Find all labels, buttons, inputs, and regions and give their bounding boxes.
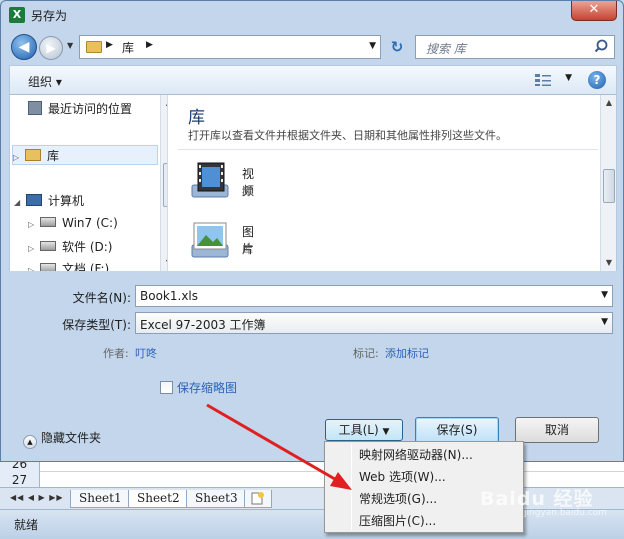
picture-library-icon: [191, 222, 229, 258]
chevron-up-icon: ▲: [23, 435, 37, 449]
expand-arrow-icon[interactable]: ▷: [28, 261, 40, 271]
search-input[interactable]: 搜索 库: [426, 40, 466, 57]
content-scrollbar[interactable]: ▲ ▼: [600, 95, 616, 271]
nav-item-drive-f[interactable]: ▷ 文档 (F:): [28, 259, 109, 271]
author-label: 作者:: [103, 347, 129, 360]
sheet-tab-2[interactable]: Sheet2: [128, 490, 189, 508]
filetype-label: 保存类型(T):: [62, 318, 131, 332]
sheet-tab-1[interactable]: Sheet1: [70, 490, 131, 508]
content-pane: 库 打开库以查看文件并根据文件夹、日期和其他属性排列这些文件。 视频 库 图片 …: [167, 95, 617, 271]
scroll-down-icon[interactable]: ▼: [601, 255, 616, 271]
save-as-dialog: X 另存为 ✕ ◀ ▶ ▼ ▶ 库 ▶ ▼ ↻ 搜索 库 组织 ▾ ▼ ? 最近…: [0, 0, 624, 462]
navigation-bar: ◀ ▶ ▼ ▶ 库 ▶ ▼ ↻ 搜索 库: [1, 31, 623, 63]
filename-label: 文件名(N):: [72, 291, 131, 305]
nav-item-label: 最近访问的位置: [48, 102, 133, 116]
address-dropdown-icon[interactable]: ▼: [369, 41, 376, 51]
nav-item-label: Win7 (C:): [62, 216, 118, 230]
tools-button-label: 工具(L): [338, 423, 379, 437]
drive-icon: [40, 263, 56, 271]
chevron-down-icon: ▼: [382, 427, 390, 437]
navigation-pane: 最近访问的位置 ▷ 库 ◢ 计算机 ▷ Win7 (C:) ▷ 软件 (D:) ▷ 文档 …: [9, 95, 167, 271]
nav-item-label: 软件 (D:): [62, 240, 113, 254]
status-text: 就绪: [14, 518, 39, 532]
baidu-watermark-url: jingyan.baidu.com: [524, 508, 608, 518]
breadcrumb-arrow-icon[interactable]: ▶: [146, 40, 153, 50]
breadcrumb-arrow-icon[interactable]: ▶: [106, 40, 113, 50]
nav-item-drive-d[interactable]: ▷ 软件 (D:): [28, 237, 112, 257]
library-item-type: 库: [242, 185, 253, 198]
sheet-nav-arrows[interactable]: ◀◀ ◀ ▶ ▶▶: [10, 493, 64, 502]
row-header[interactable]: 27: [0, 472, 40, 488]
nav-item-computer[interactable]: ◢ 计算机: [14, 191, 84, 211]
tools-button[interactable]: 工具(L) ▼: [325, 419, 403, 441]
excel-app-icon: X: [9, 7, 25, 23]
video-library-icon: [191, 162, 229, 198]
drive-icon: [40, 217, 56, 227]
filename-dropdown-icon[interactable]: ▼: [601, 290, 608, 300]
nav-item-label: 文档 (F:): [62, 262, 110, 271]
library-item-type: 库: [242, 243, 253, 256]
recent-pages-icon[interactable]: ▼: [67, 41, 73, 50]
organize-menu[interactable]: 组织 ▾: [28, 73, 62, 90]
baidu-watermark: Baidu 经验: [480, 488, 594, 510]
hide-folders-label: 隐藏文件夹: [41, 431, 102, 445]
save-button[interactable]: 保存(S): [415, 417, 499, 443]
filetype-select[interactable]: Excel 97-2003 工作簿 ▼: [135, 312, 613, 334]
search-box[interactable]: 搜索 库: [415, 35, 615, 59]
close-button[interactable]: ✕: [571, 1, 617, 21]
cancel-button[interactable]: 取消: [515, 417, 599, 443]
view-dropdown-icon[interactable]: ▼: [565, 73, 572, 83]
nav-item-recent[interactable]: 最近访问的位置: [28, 99, 132, 119]
thumbnail-label[interactable]: 保存缩略图: [177, 379, 237, 396]
forward-button[interactable]: ▶: [39, 36, 63, 60]
expand-arrow-icon[interactable]: ▷: [28, 239, 40, 259]
nav-item-library[interactable]: ▷ 库: [12, 145, 158, 165]
save-form: 文件名(N): Book1.xls ▼ 保存类型(T): Excel 97-20…: [9, 271, 617, 457]
nav-pane-scrollbar[interactable]: ▲ ▼: [160, 95, 167, 271]
sheet-tab-3[interactable]: Sheet3: [186, 490, 247, 508]
menu-item-map-network-drive[interactable]: 映射网络驱动器(N)...: [327, 444, 521, 466]
collapse-arrow-icon[interactable]: ◢: [14, 193, 26, 213]
nav-item-label: 库: [47, 149, 60, 163]
recent-places-icon: [28, 101, 42, 115]
scroll-thumb[interactable]: [603, 169, 615, 203]
scroll-up-icon[interactable]: ▲: [601, 95, 616, 111]
nav-item-label: 计算机: [48, 194, 85, 208]
help-icon[interactable]: ?: [588, 71, 606, 89]
view-options-icon[interactable]: [534, 73, 552, 87]
insert-sheet-icon[interactable]: [244, 490, 272, 508]
back-button[interactable]: ◀: [11, 34, 37, 60]
library-heading: 库: [188, 108, 205, 128]
author-value[interactable]: 叮咚: [135, 345, 157, 361]
library-description: 打开库以查看文件并根据文件夹、日期和其他属性排列这些文件。: [188, 129, 507, 142]
address-bar[interactable]: ▶ 库 ▶ ▼: [79, 35, 381, 59]
expand-arrow-icon[interactable]: ▷: [13, 148, 25, 168]
breadcrumb-library[interactable]: 库: [122, 39, 134, 56]
dialog-title-bar[interactable]: X 另存为 ✕: [1, 1, 623, 29]
command-toolbar: 组织 ▾ ▼ ?: [9, 65, 617, 95]
nav-item-drive-c[interactable]: ▷ Win7 (C:): [28, 213, 118, 233]
hide-folders-toggle[interactable]: ▲ 隐藏文件夹: [23, 429, 101, 449]
filetype-dropdown-icon[interactable]: ▼: [601, 317, 608, 327]
library-folder-icon: [86, 41, 102, 53]
tags-label: 标记:: [353, 347, 379, 360]
thumbnail-checkbox[interactable]: [160, 381, 173, 394]
library-icon: [25, 149, 41, 161]
divider: [178, 149, 598, 150]
filename-value: Book1.xls: [140, 289, 199, 303]
filetype-value: Excel 97-2003 工作簿: [140, 318, 266, 332]
drive-icon: [40, 241, 56, 251]
menu-item-compress-pictures[interactable]: 压缩图片(C)...: [327, 510, 521, 532]
refresh-icon[interactable]: ↻: [385, 35, 409, 59]
search-icon[interactable]: [594, 39, 608, 53]
tags-value[interactable]: 添加标记: [385, 345, 429, 361]
filename-field[interactable]: Book1.xls ▼: [135, 285, 613, 307]
computer-icon: [26, 194, 42, 206]
dialog-title: 另存为: [31, 9, 68, 23]
expand-arrow-icon[interactable]: ▷: [28, 215, 40, 235]
